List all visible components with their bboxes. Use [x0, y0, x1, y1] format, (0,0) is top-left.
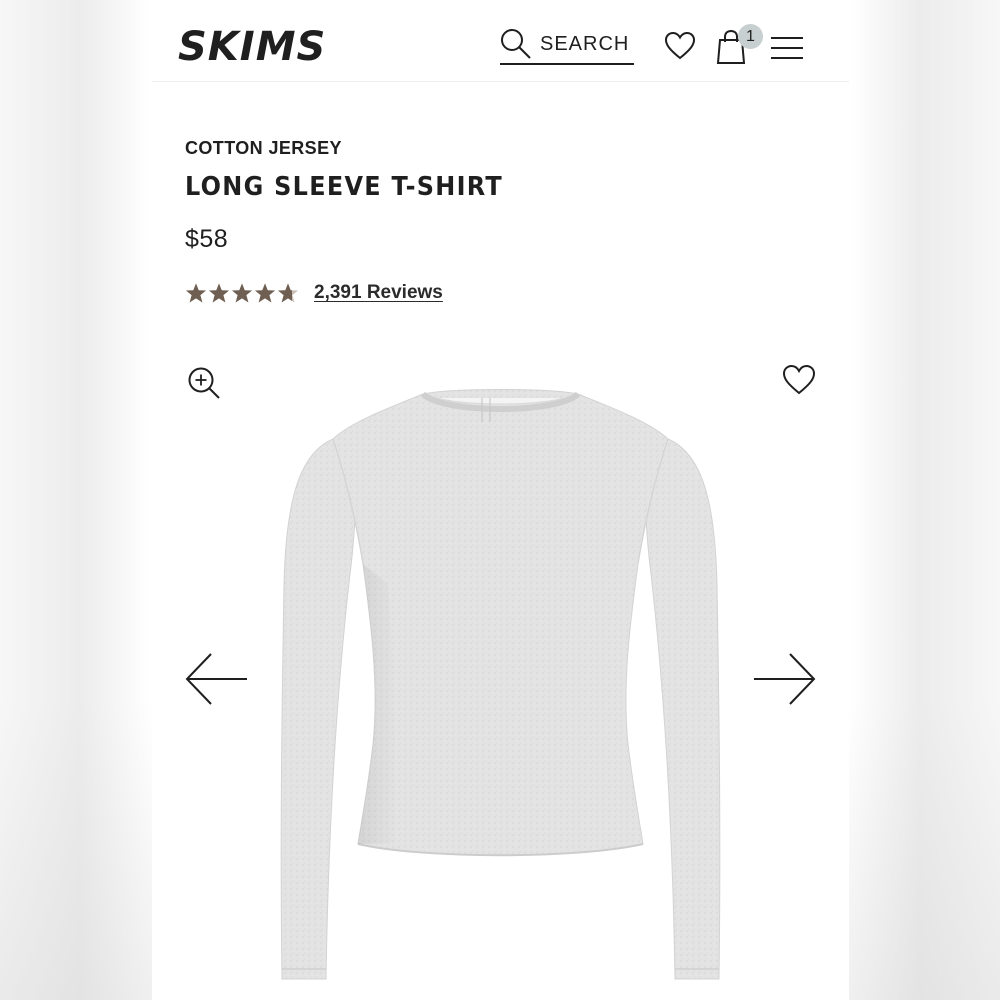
site-header: SKIMS SEARCH 1 — [152, 6, 849, 82]
product-image — [280, 389, 721, 980]
wishlist-heart-icon[interactable] — [664, 31, 696, 61]
search-icon — [501, 29, 531, 59]
skims-logo[interactable]: SKIMS — [178, 22, 336, 68]
product-collection: COTTON JERSEY — [185, 138, 342, 158]
zoom-in-icon[interactable] — [187, 366, 221, 400]
hamburger-menu-icon[interactable] — [771, 36, 803, 60]
star-rating — [185, 282, 299, 304]
search-button[interactable]: SEARCH — [500, 25, 634, 65]
product-price: $58 — [185, 225, 229, 253]
arrow-right-icon[interactable] — [752, 652, 816, 706]
star-icon — [208, 283, 230, 303]
star-icon — [254, 283, 276, 303]
product-title: LONG SLEEVE T-SHIRT — [185, 172, 504, 202]
star-icon — [231, 283, 253, 303]
search-label: SEARCH — [540, 32, 630, 55]
product-page: SKIMS SEARCH 1 COTTON JERSEY LONG SLEEVE… — [152, 0, 849, 1000]
star-icon — [185, 283, 207, 303]
star-icon — [277, 283, 299, 303]
product-rating: 2,391 Reviews — [185, 282, 443, 304]
reviews-link[interactable]: 2,391 Reviews — [314, 282, 443, 304]
arrow-left-icon[interactable] — [185, 652, 249, 706]
brand-text: SKIMS — [178, 24, 326, 68]
cart-count-badge: 1 — [738, 24, 763, 49]
save-heart-icon[interactable] — [782, 364, 816, 396]
